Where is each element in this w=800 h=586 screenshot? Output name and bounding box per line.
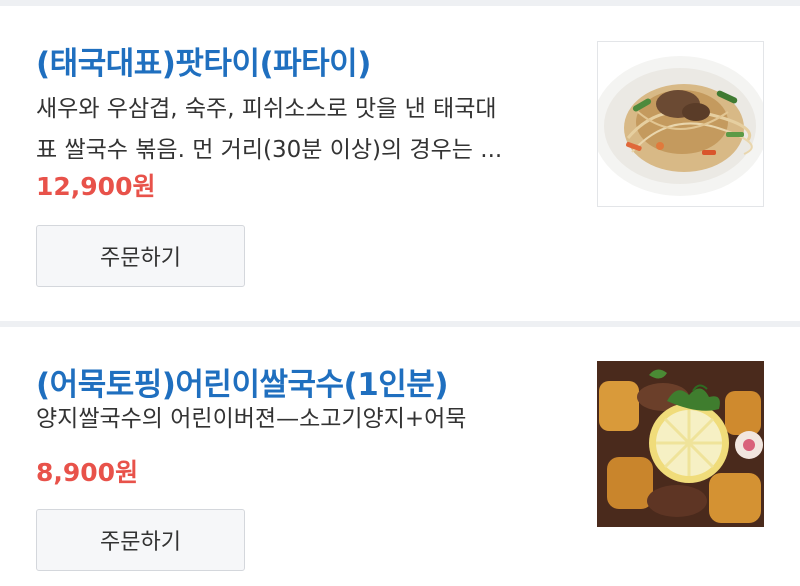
- menu-item-price: 12,900원: [36, 172, 156, 201]
- menu-item-description: 새우와 우삼겹, 숙주, 피쉬소스로 맛을 낸 태국대 표 쌀국수 볶음. 먼 …: [36, 96, 503, 163]
- order-button[interactable]: 주문하기: [36, 509, 245, 571]
- menu-item-title: (태국대표)팟타이(파타이): [36, 46, 371, 82]
- menu-item[interactable]: (어묵토핑)어린이쌀국수(1인분) 양지쌀국수의 어린이버젼—소고기양지+어묵 …: [0, 327, 800, 586]
- menu-item[interactable]: (태국대표)팟타이(파타이) 새우와 우삼겹, 숙주, 피쉬소스로 맛을 낸 태…: [0, 6, 800, 321]
- pad-thai-photo[interactable]: [597, 41, 764, 207]
- order-button[interactable]: 주문하기: [36, 225, 245, 287]
- menu-item-price: 8,900원: [36, 458, 139, 487]
- menu-item-description: 양지쌀국수의 어린이버젼—소고기양지+어묵: [36, 406, 467, 432]
- kids-rice-noodle-photo[interactable]: [597, 361, 764, 527]
- menu-item-title: (어묵토핑)어린이쌀국수(1인분): [36, 367, 448, 403]
